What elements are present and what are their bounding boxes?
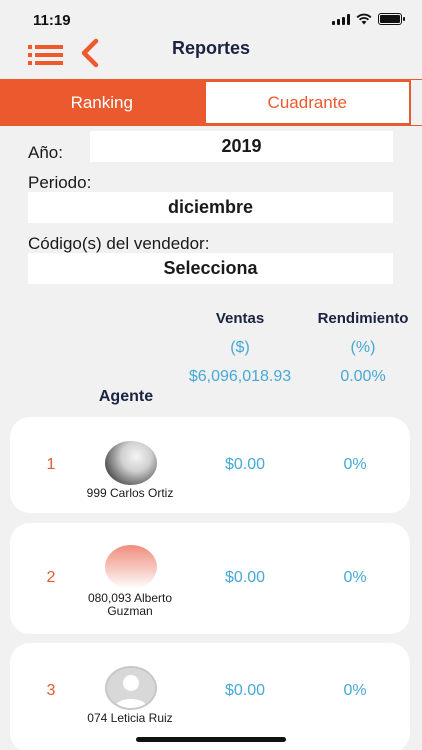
agent-rank: 2: [46, 569, 56, 586]
person-placeholder-icon: [105, 666, 157, 710]
report-tabs: Ranking Cuadrante: [0, 79, 422, 126]
status-time: 11:19: [33, 12, 71, 29]
ventas-unit: ($): [230, 339, 250, 356]
agent-rank: 1: [46, 456, 56, 473]
seller-code-field[interactable]: Selecciona: [28, 253, 393, 284]
nav-bar: Reportes: [0, 34, 422, 78]
avatar: [105, 441, 157, 485]
ventas-total: $6,096,018.93: [188, 368, 292, 385]
agent-ventas: $0.00: [224, 682, 266, 699]
status-bar: 11:19: [0, 0, 422, 34]
year-field[interactable]: 2019: [90, 131, 393, 162]
agent-card[interactable]: 3 074 Leticia Ruiz $0.00 0%: [10, 643, 410, 750]
ventas-header: Ventas: [215, 310, 265, 327]
period-label: Periodo:: [28, 173, 92, 192]
seller-code-label: Código(s) del vendedor:: [28, 234, 210, 253]
tab-ranking[interactable]: Ranking: [0, 80, 204, 125]
agent-ventas: $0.00: [224, 456, 266, 473]
signal-icon: [332, 13, 350, 25]
battery-icon: [378, 13, 405, 25]
agent-name: 999 Carlos Ortiz: [86, 486, 174, 500]
period-field[interactable]: diciembre: [28, 192, 393, 223]
rendimiento-unit: (%): [350, 339, 376, 356]
year-label: Año:: [28, 143, 63, 162]
agent-rendimiento: 0%: [343, 682, 367, 699]
agent-rendimiento: 0%: [343, 569, 367, 586]
rendimiento-header: Rendimiento: [317, 310, 409, 327]
agent-card[interactable]: 1 999 Carlos Ortiz $0.00 0%: [10, 417, 410, 513]
agent-rank: 3: [46, 682, 56, 699]
avatar: [105, 545, 157, 589]
page-title: Reportes: [171, 38, 251, 58]
rendimiento-total: 0.00%: [340, 368, 386, 385]
agent-card[interactable]: 2 080,093 Alberto Guzman $0.00 0%: [10, 523, 410, 634]
home-indicator[interactable]: [136, 737, 286, 742]
agent-name: 074 Leticia Ruiz: [87, 711, 173, 725]
wifi-icon: [356, 13, 372, 25]
agent-rendimiento: 0%: [343, 456, 367, 473]
agent-header: Agente: [98, 388, 154, 405]
agent-ventas: $0.00: [224, 569, 266, 586]
agent-name: 080,093 Alberto Guzman: [87, 591, 173, 618]
tab-cuadrante[interactable]: Cuadrante: [203, 80, 411, 125]
status-icons: [332, 13, 405, 25]
